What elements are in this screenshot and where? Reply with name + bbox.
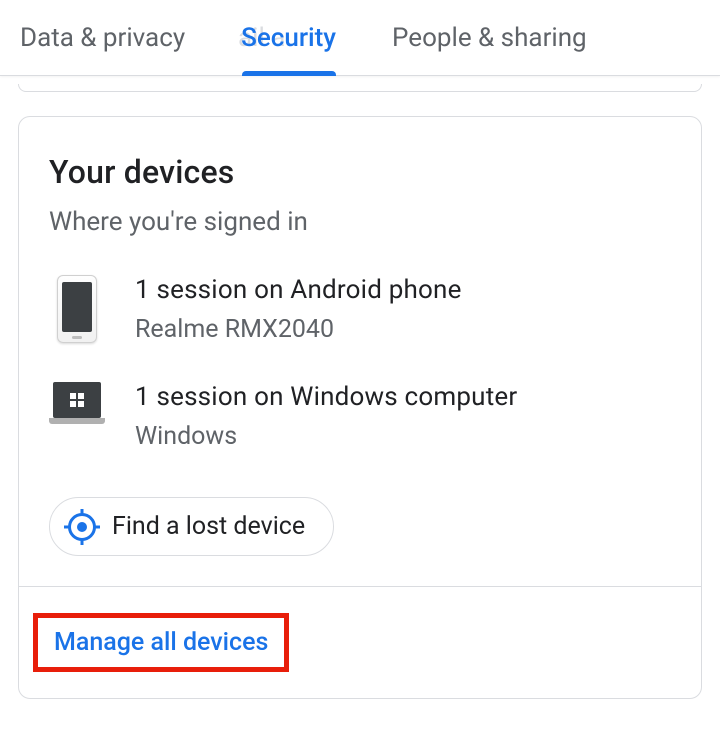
device-session-label: 1 session on Android phone [135,275,462,305]
phone-icon [49,275,105,343]
tab-people-sharing[interactable]: People & sharing [392,0,587,75]
device-text: 1 session on Android phone Realme RMX204… [135,275,462,344]
device-name-label: Realme RMX2040 [135,315,462,344]
card-subtitle: Where you're signed in [49,207,671,237]
device-text: 1 session on Windows computer Windows [135,382,517,451]
tab-data-privacy[interactable]: Data & privacy [20,0,185,75]
manage-all-devices-link[interactable]: Manage all devices [54,628,268,657]
locate-icon [68,513,96,541]
find-lost-device-button[interactable]: Find a lost device [49,497,334,556]
your-devices-card: Your devices Where you're signed in 1 se… [18,116,702,699]
card-body: Your devices Where you're signed in 1 se… [19,117,701,586]
card-footer: Manage all devices [19,586,701,698]
device-row[interactable]: 1 session on Windows computer Windows [49,382,671,451]
find-lost-device-label: Find a lost device [112,512,305,541]
card-title: Your devices [49,153,671,191]
tab-bar: ail a Data & privacy Security People & s… [0,0,720,76]
device-row[interactable]: 1 session on Android phone Realme RMX204… [49,275,671,344]
device-name-label: Windows [135,422,517,451]
laptop-icon [49,382,105,424]
highlight-annotation: Manage all devices [33,613,289,672]
device-session-label: 1 session on Windows computer [135,382,517,412]
tab-security[interactable]: Security [241,0,336,75]
previous-card-edge [18,84,702,92]
